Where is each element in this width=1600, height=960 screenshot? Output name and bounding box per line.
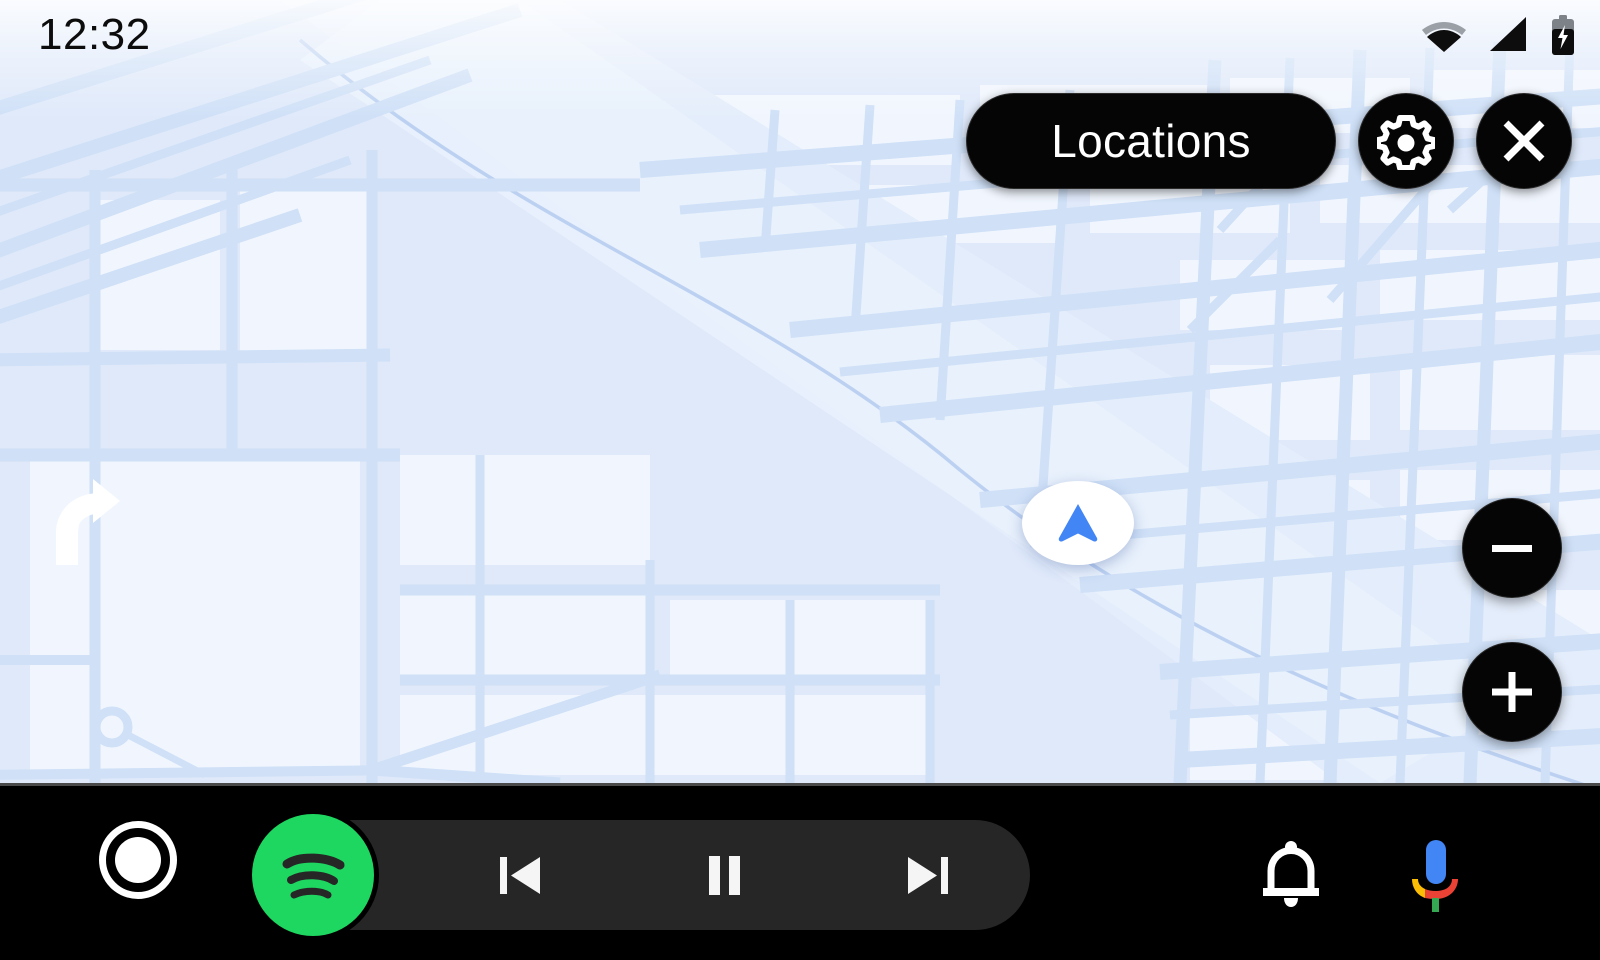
plus-icon [1492,672,1532,712]
home-circle-icon [99,821,177,899]
google-assistant-mic-icon [1412,840,1458,912]
pause-icon [709,856,740,895]
zoom-in-button[interactable] [1462,642,1562,742]
skip-next-icon [908,857,948,894]
google-assistant-button[interactable] [1380,820,1490,930]
bottom-navigation-bar [0,783,1600,960]
status-icons [1422,15,1576,55]
locations-button-label: Locations [1051,115,1251,167]
spotify-app-button[interactable] [252,814,374,936]
map-canvas[interactable]: 12:32 Locations [0,0,1600,783]
bell-icon [1263,841,1319,907]
next-track-button[interactable] [873,820,983,930]
play-pause-button[interactable] [669,820,779,930]
navigation-arrow-icon [1058,504,1098,542]
wifi-icon [1422,22,1466,52]
playback-controls [418,820,1030,930]
map-top-controls: Locations [966,93,1572,189]
current-position-marker [1022,481,1134,565]
close-button[interactable] [1476,93,1572,189]
locations-button[interactable]: Locations [966,93,1336,189]
clock: 12:32 [38,10,151,59]
media-controls-pill [252,814,1030,936]
settings-button[interactable] [1358,93,1454,189]
home-button[interactable] [96,818,180,902]
minus-icon [1492,545,1532,552]
status-bar: 12:32 [0,0,1600,70]
gear-icon [1377,115,1435,170]
notifications-button[interactable] [1236,820,1346,930]
zoom-out-button[interactable] [1462,498,1562,598]
close-icon [1503,120,1545,162]
previous-track-button[interactable] [465,820,575,930]
home-circle-core [115,837,161,883]
map-zoom-controls [1462,498,1562,742]
skip-previous-icon [500,857,540,894]
cellular-signal-icon [1490,17,1526,51]
spotify-icon [267,829,359,921]
battery-charging-icon [1552,15,1574,55]
